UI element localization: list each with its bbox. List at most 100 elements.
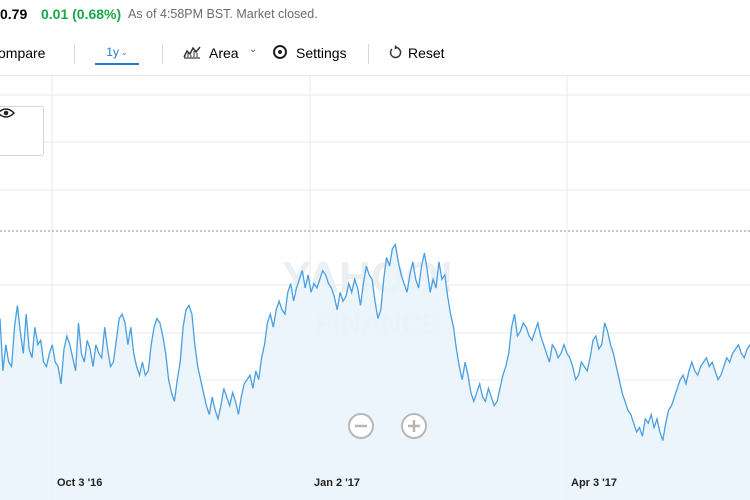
data-point [441, 278, 443, 280]
data-point [223, 387, 225, 389]
data-point [668, 409, 670, 411]
data-point [618, 379, 620, 381]
data-point [415, 278, 417, 280]
data-point [281, 309, 283, 311]
data-point [232, 392, 234, 394]
data-point [589, 357, 591, 359]
data-point [48, 352, 50, 354]
data-point [490, 396, 492, 398]
data-point [351, 291, 353, 293]
data-point [40, 339, 42, 341]
compare-button[interactable]: ompare [0, 33, 45, 73]
data-point [104, 326, 106, 328]
data-point [211, 396, 213, 398]
data-point [514, 313, 516, 315]
settings-label: Settings [296, 45, 347, 61]
data-point [83, 361, 85, 363]
data-point [418, 287, 420, 289]
data-point [560, 352, 562, 354]
data-point [511, 326, 513, 328]
data-point [662, 440, 664, 442]
data-point [179, 361, 181, 363]
chevron-down-icon[interactable]: ⌄ [249, 44, 257, 55]
data-point [2, 370, 4, 372]
x-tick-label: Oct 3 '16 [57, 477, 102, 489]
visibility-toggle-button[interactable] [0, 106, 44, 156]
zoom-in-icon[interactable] [401, 413, 427, 439]
data-point [493, 405, 495, 407]
data-point [130, 326, 132, 328]
data-point [75, 370, 77, 372]
data-point [383, 278, 385, 280]
data-point [43, 361, 45, 363]
toolbar-divider [162, 44, 163, 64]
data-point [139, 374, 141, 376]
data-point [598, 348, 600, 350]
data-point [165, 352, 167, 354]
reset-icon [389, 44, 402, 62]
data-point [357, 287, 359, 289]
reset-button[interactable]: Reset [389, 33, 445, 73]
data-point [284, 313, 286, 315]
data-point [563, 344, 565, 346]
data-point [205, 405, 207, 407]
data-point [516, 335, 518, 337]
data-point [540, 335, 542, 337]
data-point [377, 318, 379, 320]
data-point [391, 248, 393, 250]
chart-canvas: YAHOO! FINANCE Oct 3 '16 Jan 2 '17 Apr 3… [0, 75, 750, 500]
data-point [92, 366, 94, 368]
data-point [200, 379, 202, 381]
data-point [110, 366, 112, 368]
data-point [403, 283, 405, 285]
zoom-out-icon[interactable] [348, 413, 374, 439]
data-point [546, 352, 548, 354]
data-point [46, 366, 48, 368]
data-point [380, 309, 382, 311]
data-point [464, 361, 466, 363]
data-point [255, 370, 257, 372]
data-point [429, 291, 431, 293]
data-point [354, 278, 356, 280]
data-point [726, 357, 728, 359]
data-point [171, 392, 173, 394]
range-label: 1y [106, 45, 119, 59]
data-point [548, 361, 550, 363]
data-point [394, 243, 396, 245]
data-point [389, 265, 391, 267]
data-point [365, 265, 367, 267]
price-chart[interactable]: YAHOO! FINANCE Oct 3 '16 Jan 2 '17 Apr 3… [0, 75, 750, 500]
data-point [717, 379, 719, 381]
data-point [368, 274, 370, 276]
data-point [447, 296, 449, 298]
area-chart-icon [183, 45, 201, 62]
data-point [0, 318, 1, 320]
data-point [362, 283, 364, 285]
data-point [141, 361, 143, 363]
settings-button[interactable]: Settings [272, 33, 347, 73]
data-point [627, 409, 629, 411]
toolbar-divider [368, 44, 369, 64]
data-point [69, 344, 71, 346]
data-point [107, 348, 109, 350]
data-point [275, 309, 277, 311]
data-point [421, 265, 423, 267]
data-point [345, 296, 347, 298]
data-point [319, 278, 321, 280]
data-point [610, 344, 612, 346]
data-point [423, 252, 425, 254]
data-point [78, 322, 80, 324]
data-point [243, 383, 245, 385]
data-point [615, 366, 617, 368]
data-point [711, 361, 713, 363]
data-point [133, 352, 135, 354]
data-point [656, 418, 658, 420]
data-point [595, 335, 597, 337]
data-point [714, 370, 716, 372]
range-selector-button[interactable]: 1y ⌄ [95, 41, 139, 65]
data-point [293, 300, 295, 302]
data-point [723, 366, 725, 368]
chart-type-button[interactable]: Area [183, 33, 239, 73]
data-point [461, 379, 463, 381]
data-point [650, 414, 652, 416]
